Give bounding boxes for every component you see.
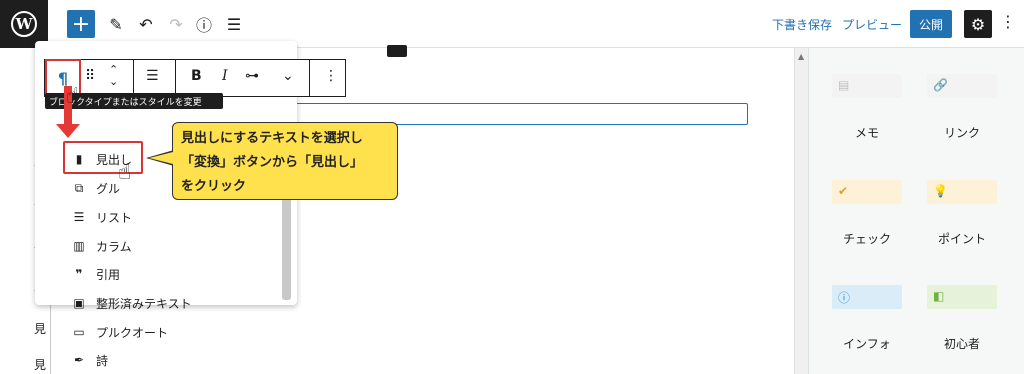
- undo-icon[interactable]: ↶: [134, 12, 158, 36]
- list-icon: ☰: [73, 210, 85, 224]
- settings-gear-icon[interactable]: ⚙: [964, 10, 992, 38]
- pattern-label: 初心者: [943, 337, 980, 351]
- move-up-down-icon[interactable]: ⌃ ⌄: [109, 64, 118, 88]
- toolbar-divider: [175, 60, 176, 96]
- pattern-link[interactable]: 🔗: [927, 74, 997, 98]
- pattern-label: ポイント: [937, 232, 986, 246]
- list-view-icon[interactable]: ☰: [222, 12, 246, 36]
- info-icon[interactable]: ⓘ: [192, 12, 216, 36]
- instruction-callout: 見出しにするテキストを選択し 「変換」ボタンから「見出し」 をクリック: [172, 122, 398, 200]
- callout-line: 見出しにするテキストを選択し: [181, 131, 363, 146]
- editor-scrollbar[interactable]: ▲: [794, 48, 808, 374]
- link-icon[interactable]: ⊶: [245, 68, 259, 84]
- callout-line: 「変換」ボタンから「見出し」: [181, 155, 364, 170]
- pattern-beginner[interactable]: ◧: [927, 285, 997, 309]
- bold-button[interactable]: B: [191, 68, 202, 84]
- add-block-button[interactable]: +: [67, 10, 95, 38]
- block-inserter-mark: [387, 45, 407, 57]
- pattern-check[interactable]: ✔: [832, 180, 902, 204]
- annotation-arrow-head: [56, 124, 80, 138]
- block-option-columns[interactable]: ▥ カラム: [70, 236, 132, 256]
- italic-button[interactable]: I: [222, 68, 228, 84]
- more-options-icon[interactable]: ⋮: [324, 68, 338, 84]
- preformatted-icon: ▣: [73, 296, 85, 310]
- block-option-group[interactable]: ⧉ グル: [70, 178, 120, 198]
- pattern-label: チェック: [842, 232, 891, 246]
- callout-line: をクリック: [181, 179, 247, 194]
- drag-handle-icon[interactable]: ⠿: [85, 68, 95, 84]
- block-option-label: カラム: [96, 239, 132, 254]
- block-option-preformatted[interactable]: ▣ 整形済みテキスト: [70, 293, 192, 313]
- block-option-label: 整形済みテキスト: [96, 296, 192, 311]
- pattern-point[interactable]: 💡: [927, 180, 997, 204]
- pattern-memo[interactable]: ▤: [832, 74, 902, 98]
- check-icon: ✔: [838, 184, 849, 198]
- quote-icon: ❞: [75, 267, 83, 281]
- hidden-text-fragment: 見: [34, 358, 47, 372]
- pattern-sidebar: ▤ メモ 🔗 リンク ✔ チェック 💡 ポイント ⓘ インフォ ◧ 初心者: [808, 48, 1024, 374]
- pullquote-icon: ▭: [73, 325, 85, 339]
- pointer-hand-icon: ☝: [118, 160, 132, 185]
- link-icon: 🔗: [933, 78, 948, 92]
- block-option-pullquote[interactable]: ▭ プルクオート: [70, 322, 168, 342]
- pattern-info[interactable]: ⓘ: [832, 285, 902, 309]
- pencil-icon[interactable]: ✎: [104, 12, 128, 36]
- hidden-text-fragment: 見: [34, 322, 47, 336]
- block-option-label: プルクオート: [96, 325, 169, 340]
- align-icon[interactable]: ☰: [146, 68, 159, 84]
- block-option-quote[interactable]: ❞ 引用: [70, 264, 120, 284]
- block-option-label: 引用: [96, 267, 121, 282]
- wordpress-icon: W: [11, 11, 37, 37]
- beginner-icon: ◧: [933, 289, 945, 303]
- scroll-up-icon[interactable]: ▲: [798, 52, 804, 61]
- block-option-label: リスト: [96, 210, 133, 225]
- publish-button[interactable]: 公開: [910, 10, 952, 38]
- pointer-hand-icon: ☝: [66, 84, 80, 109]
- dropdown-scroll-thumb[interactable]: [282, 194, 291, 300]
- bulb-icon: 💡: [933, 184, 948, 198]
- block-option-verse[interactable]: ✒ 詩: [70, 350, 108, 370]
- verse-icon: ✒: [73, 353, 85, 367]
- callout-tail-fill: [149, 152, 173, 164]
- group-icon: ⧉: [74, 180, 84, 195]
- toolbar-divider: [309, 60, 310, 96]
- block-option-label: 詩: [96, 353, 109, 368]
- chevron-down-icon[interactable]: ⌄: [282, 68, 294, 84]
- preview-button[interactable]: プレビュー: [842, 16, 902, 33]
- toolbar-divider: [133, 60, 134, 96]
- block-option-label: グル: [96, 181, 121, 196]
- info-icon: ⓘ: [838, 291, 851, 305]
- block-option-list[interactable]: ☰ リスト: [70, 207, 132, 227]
- pattern-label: リンク: [943, 126, 980, 140]
- redo-icon[interactable]: ↷: [164, 12, 188, 36]
- block-toolbar: ⠿ ⌃ ⌄ ☰ B I ⊶ ⌄ ⋮: [44, 59, 346, 97]
- more-options-icon[interactable]: ⋮: [1000, 12, 1016, 31]
- pattern-label: メモ: [854, 126, 879, 140]
- save-draft-button[interactable]: 下書き保存: [772, 16, 832, 33]
- pattern-label: インフォ: [843, 337, 891, 351]
- memo-icon: ▤: [838, 78, 850, 92]
- columns-icon: ▥: [73, 239, 85, 253]
